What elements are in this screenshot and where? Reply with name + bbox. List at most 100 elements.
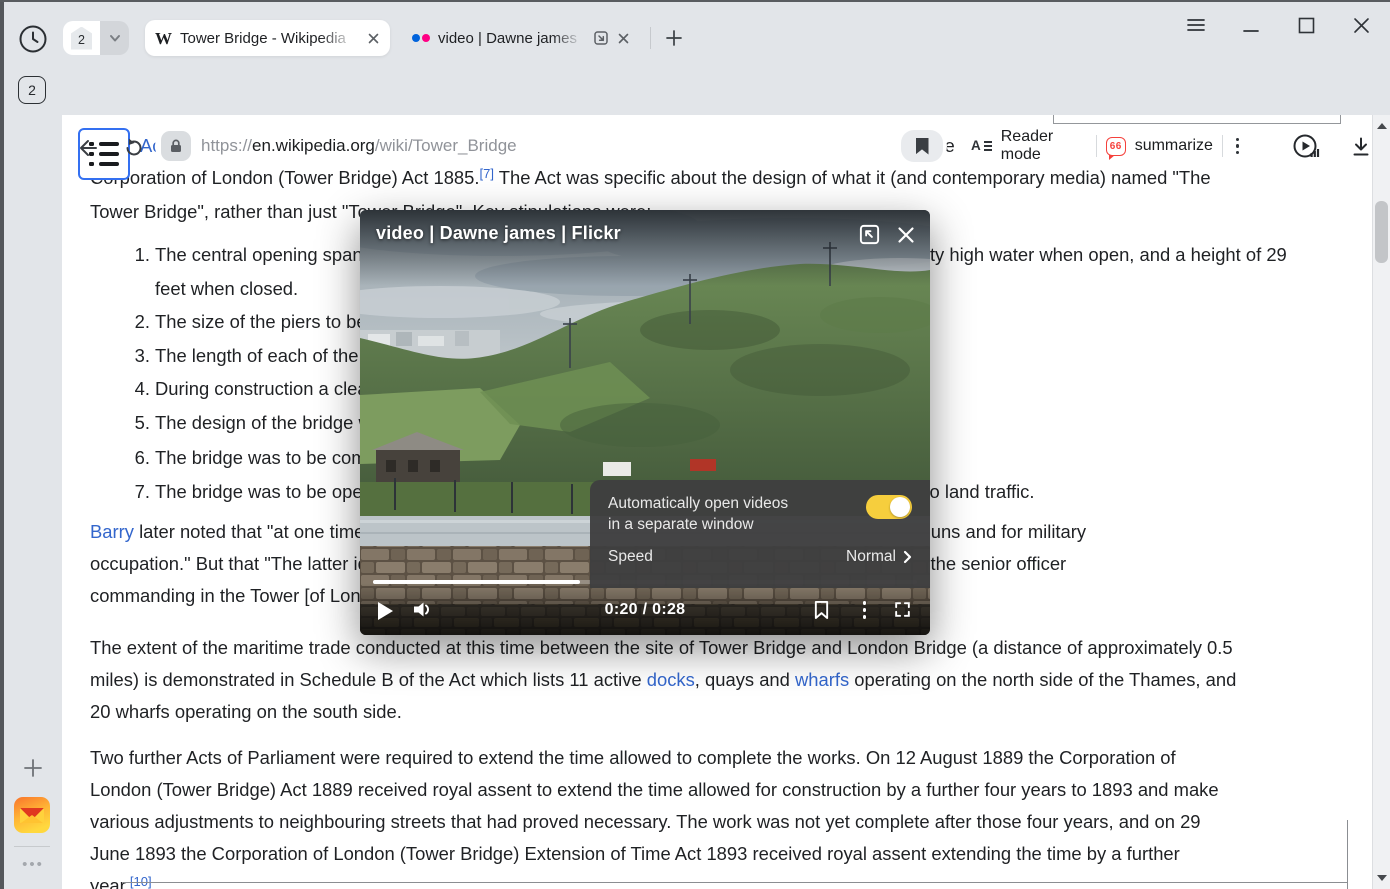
text-line: Two further Acts of Parliament were requ… bbox=[90, 742, 1345, 774]
volume-icon[interactable] bbox=[412, 600, 434, 619]
back-button[interactable] bbox=[74, 135, 100, 161]
text-line: Corporation of London (Tower Bridge) Act… bbox=[90, 162, 1345, 196]
auto-open-toggle[interactable] bbox=[866, 495, 912, 519]
text-span: 20 wharfs operating on the south side. bbox=[90, 701, 402, 722]
close-video-icon[interactable] bbox=[896, 225, 916, 245]
sidebar-divider bbox=[14, 846, 50, 847]
list-number: 7. bbox=[124, 475, 150, 509]
text-span: The extent of the maritime trade conduct… bbox=[90, 637, 1233, 658]
window-maximize-button[interactable] bbox=[1295, 14, 1317, 36]
text-span: various adjustments to neighbouring stre… bbox=[90, 811, 1201, 832]
speed-label: Speed bbox=[608, 548, 653, 566]
list-number: 6. bbox=[124, 441, 150, 475]
flickr-favicon bbox=[412, 34, 430, 42]
text-line: The extent of the maritime trade conduct… bbox=[90, 632, 1345, 664]
url-text: https://en.wikipedia.org/wiki/Tower_Brid… bbox=[201, 126, 517, 166]
tab-divider bbox=[650, 27, 651, 49]
text-span: The Act was specific about the design of… bbox=[494, 167, 1211, 188]
text-span: miles) is demonstrated in Schedule B of … bbox=[90, 669, 647, 690]
paragraph-maritime-trade: The extent of the maritime trade conduct… bbox=[90, 632, 1345, 728]
list-number: 5. bbox=[124, 406, 150, 440]
window-minimize-button[interactable] bbox=[1240, 14, 1262, 36]
text-line: year.[10] bbox=[90, 870, 1345, 889]
video-title: video | Dawne james | Flickr bbox=[376, 223, 621, 243]
section-divider bbox=[124, 882, 1347, 883]
sidebar: 2 ••• bbox=[4, 0, 62, 889]
sidebar-more-button[interactable]: ••• bbox=[18, 856, 48, 872]
tab-close-icon[interactable] bbox=[367, 32, 380, 45]
back-to-tab-icon[interactable] bbox=[858, 223, 881, 246]
page-actions-pill: A Reader mode 66 summarize bbox=[957, 126, 1257, 166]
wiki-link[interactable]: docks bbox=[647, 669, 695, 690]
text-line: London (Tower Bridge) Act 1889 received … bbox=[90, 774, 1345, 806]
scroll-down-arrow[interactable] bbox=[1377, 875, 1387, 881]
list-number: 3. bbox=[124, 339, 150, 373]
text-span: Corporation of London (Tower Bridge) Act… bbox=[90, 167, 480, 188]
scrollbar-thumb[interactable] bbox=[1375, 201, 1388, 263]
bookmark-icon bbox=[916, 138, 929, 155]
tab-group-expand-button[interactable] bbox=[100, 21, 129, 55]
new-tab-button[interactable] bbox=[658, 22, 690, 54]
workspace-number: 2 bbox=[28, 82, 36, 98]
window-close-button[interactable] bbox=[1350, 14, 1372, 36]
video-time: 0:20 / 0:28 bbox=[605, 601, 686, 619]
wiki-link[interactable]: Barry bbox=[90, 521, 134, 542]
actions-divider bbox=[1096, 135, 1097, 157]
text-line: June 1893 the Corporation of London (Tow… bbox=[90, 838, 1345, 870]
browser-window: 2 ••• 2 W Tow bbox=[0, 0, 1390, 889]
browser-menu-icon[interactable] bbox=[1185, 14, 1207, 36]
reader-mode-button[interactable]: Reader mode bbox=[1001, 128, 1087, 164]
reference-link[interactable]: [7] bbox=[480, 166, 494, 181]
play-button[interactable] bbox=[378, 602, 393, 620]
summarize-button[interactable]: summarize bbox=[1135, 137, 1213, 155]
reload-button[interactable] bbox=[120, 135, 146, 161]
downloads-button[interactable] bbox=[1348, 134, 1374, 160]
wiki-link[interactable]: wharfs bbox=[795, 669, 849, 690]
tab-close-icon[interactable] bbox=[617, 32, 630, 45]
fullscreen-icon[interactable] bbox=[893, 600, 912, 619]
sidebar-add-button[interactable] bbox=[19, 754, 47, 782]
list-number: 2. bbox=[124, 305, 150, 339]
history-clock-icon[interactable] bbox=[16, 22, 50, 56]
tab-title: Tower Bridge - Wikipedia bbox=[180, 30, 359, 47]
text-line: miles) is demonstrated in Schedule B of … bbox=[90, 664, 1345, 696]
video-bookmark-icon[interactable] bbox=[813, 600, 830, 620]
speed-menu-item[interactable]: Speed Normal bbox=[608, 548, 912, 566]
reader-mode-icon: A bbox=[971, 139, 992, 153]
pip-video-overlay[interactable]: video | Dawne james | Flickr Automatical… bbox=[360, 210, 930, 635]
text-line: 20 wharfs operating on the south side. bbox=[90, 696, 1345, 728]
bookmark-chip[interactable] bbox=[901, 130, 943, 162]
window-edge bbox=[0, 0, 1390, 2]
window-edge bbox=[0, 0, 4, 889]
mail-app-icon[interactable] bbox=[13, 796, 51, 834]
text-span: , quays and bbox=[695, 669, 795, 690]
more-actions-icon[interactable] bbox=[1232, 138, 1243, 154]
list-number: 4. bbox=[124, 372, 150, 406]
site-security-chip[interactable] bbox=[161, 131, 191, 161]
tab-bar: 2 W Tower Bridge - Wikipedia video | Daw… bbox=[0, 0, 1390, 60]
pip-indicator-icon[interactable] bbox=[593, 30, 609, 46]
video-more-icon[interactable] bbox=[863, 601, 867, 619]
text-span: feet when closed. bbox=[155, 278, 298, 299]
url-bar[interactable]: https://en.wikipedia.org/wiki/Tower_Brid… bbox=[155, 126, 947, 166]
tab-tower-bridge[interactable]: W Tower Bridge - Wikipedia bbox=[145, 20, 390, 56]
listen-page-button[interactable] bbox=[1290, 131, 1322, 163]
paragraph-further-acts: Two further Acts of Parliament were requ… bbox=[90, 742, 1345, 889]
tab-flickr-video[interactable]: video | Dawne james | Flickr bbox=[402, 20, 640, 56]
scroll-up-arrow[interactable] bbox=[1377, 123, 1387, 129]
tab-group-badge: 2 bbox=[71, 27, 92, 50]
auto-open-label: Automatically open videos in a separate … bbox=[608, 493, 788, 535]
list-number: 1. bbox=[124, 238, 150, 272]
section-divider-edge bbox=[1347, 820, 1348, 889]
video-settings-panel: Automatically open videos in a separate … bbox=[590, 480, 930, 588]
sidebar-workspace-badge[interactable]: 2 bbox=[18, 76, 46, 104]
page-scrollbar[interactable] bbox=[1372, 115, 1390, 889]
toggle-knob bbox=[890, 497, 910, 517]
tab-group-chip: 2 bbox=[63, 21, 129, 55]
summarize-icon: 66 bbox=[1106, 137, 1126, 156]
video-control-bar: 0:20 / 0:28 bbox=[360, 583, 930, 635]
text-span: Two further Acts of Parliament were requ… bbox=[90, 747, 1176, 768]
tab-group-counter[interactable]: 2 bbox=[63, 21, 100, 55]
actions-divider bbox=[1222, 135, 1223, 157]
partial-search-box[interactable] bbox=[1053, 115, 1341, 124]
